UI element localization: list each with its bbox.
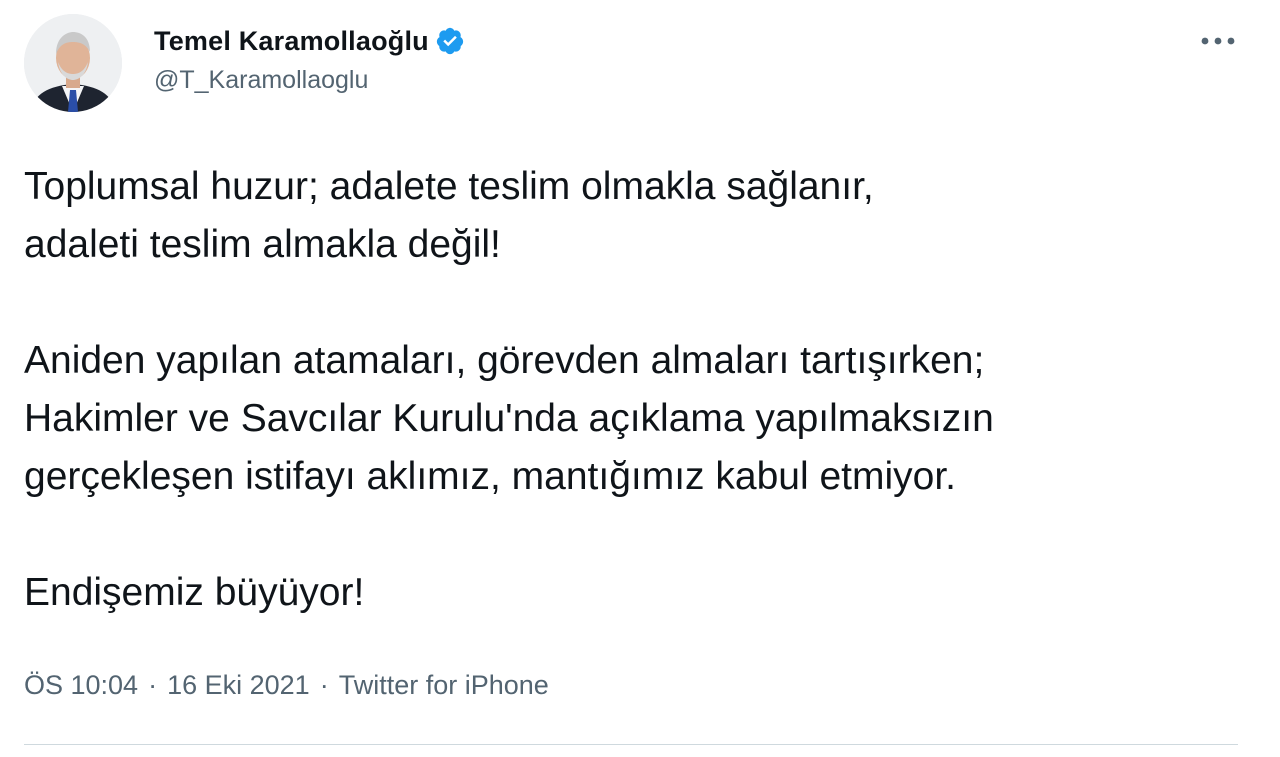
tweet-card: Temel Karamollaoğlu @T_Karamollaoglu Top… (0, 0, 1280, 757)
profile-photo-icon (24, 14, 122, 112)
ellipsis-icon (1201, 37, 1235, 45)
tweet-source[interactable]: Twitter for iPhone (339, 670, 549, 701)
tweet-paragraph: Toplumsal huzur; adalete teslim olmakla … (24, 158, 1254, 274)
tweet-paragraph: Endişemiz büyüyor! (24, 564, 1254, 622)
meta-separator: · (148, 670, 158, 700)
tweet-line: Toplumsal huzur; adalete teslim olmakla … (24, 165, 874, 208)
tweet-date[interactable]: 16 Eki 2021 (167, 670, 310, 701)
meta-separator: · (319, 670, 329, 700)
divider (24, 744, 1238, 745)
tweet-line: adaleti teslim almakla değil! (24, 223, 501, 266)
tweet-line: Hakimler ve Savcılar Kurulu'nda açıklama… (24, 397, 994, 440)
author-handle[interactable]: @T_Karamollaoglu (154, 66, 368, 95)
author-display-name[interactable]: Temel Karamollaoğlu (154, 26, 429, 57)
author-name-row: Temel Karamollaoğlu (154, 22, 465, 60)
tweet-metadata: ÖS 10:04 · 16 Eki 2021 · Twitter for iPh… (24, 670, 549, 701)
tweet-time[interactable]: ÖS 10:04 (24, 670, 138, 701)
tweet-line: Aniden yapılan atamaları, görevden almal… (24, 339, 985, 382)
tweet-line: Endişemiz büyüyor! (24, 571, 365, 614)
tweet-paragraph: Aniden yapılan atamaları, görevden almal… (24, 332, 1254, 506)
more-options-button[interactable] (1198, 26, 1238, 56)
avatar[interactable] (24, 14, 122, 112)
tweet-text: Toplumsal huzur; adalete teslim olmakla … (24, 158, 1254, 622)
verified-badge-icon (435, 26, 465, 56)
tweet-line: gerçekleşen istifayı aklımız, mantığımız… (24, 455, 957, 498)
